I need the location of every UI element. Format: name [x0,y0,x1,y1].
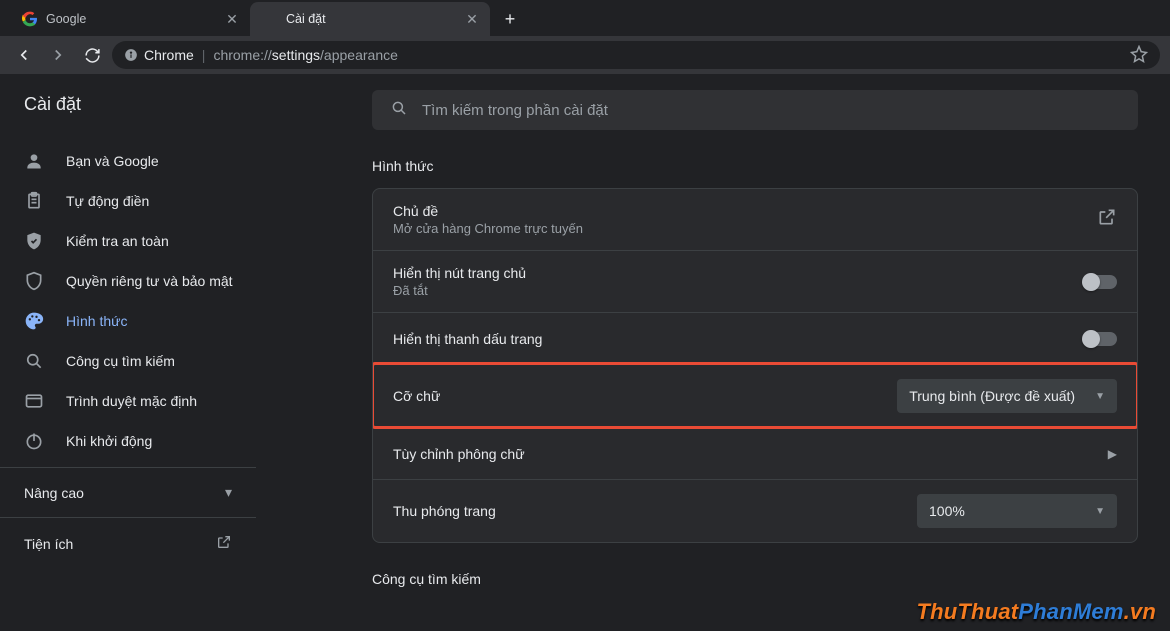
chevron-right-icon: ▶ [1108,447,1117,461]
sidebar-item-label: Hình thức [66,313,128,329]
bookmark-star-icon[interactable] [1130,45,1148,66]
row-theme[interactable]: Chủ đề Mở cửa hàng Chrome trực tuyến [373,189,1137,250]
tab-settings[interactable]: Cài đặt ✕ [250,2,490,36]
sidebar-item-label: Công cụ tìm kiếm [66,353,175,369]
sidebar-item-on-startup[interactable]: Khi khởi động [0,421,256,461]
tab-title: Cài đặt [286,12,456,26]
chevron-down-icon: ▼ [1095,391,1105,402]
extensions-label: Tiện ích [24,536,73,552]
chevron-down-icon: ▼ [1095,506,1105,517]
browser-toolbar: Chrome | chrome://settings/appearance [0,36,1170,74]
row-customize-fonts[interactable]: Tùy chỉnh phông chữ ▶ [373,427,1137,479]
power-icon [24,431,44,451]
tab-strip: Google ✕ Cài đặt ✕ + [0,0,1170,36]
shield-check-icon [24,231,44,251]
gear-icon [262,11,278,27]
forward-button[interactable] [44,41,72,69]
back-button[interactable] [10,41,38,69]
sidebar-item-label: Tự động điền [66,193,149,209]
sidebar-item-label: Kiểm tra an toàn [66,233,169,249]
row-page-zoom: Thu phóng trang 100% ▼ [373,479,1137,542]
reload-button[interactable] [78,41,106,69]
sidebar-item-safety-check[interactable]: Kiểm tra an toàn [0,221,256,261]
browser-icon [24,391,44,411]
page-zoom-select[interactable]: 100% ▼ [917,494,1117,528]
person-icon [24,151,44,171]
extensions-link[interactable]: Tiện ích [0,517,256,569]
sidebar-item-you-and-google[interactable]: Bạn và Google [0,141,256,181]
settings-sidebar: Cài đặt Bạn và Google Tự động điền Kiểm … [0,74,260,631]
new-tab-button[interactable]: + [496,5,524,33]
sidebar-item-autofill[interactable]: Tự động điền [0,181,256,221]
advanced-label: Nâng cao [24,485,84,501]
site-identity[interactable]: Chrome [124,47,194,63]
sidebar-item-default-browser[interactable]: Trình duyệt mặc định [0,381,256,421]
row-font-size: Cỡ chữ Trung bình (Được đề xuất) ▼ [373,364,1137,427]
tab-google[interactable]: Google ✕ [10,2,250,36]
open-external-icon [1097,207,1117,232]
close-icon[interactable]: ✕ [224,11,240,27]
close-icon[interactable]: ✕ [464,11,480,27]
search-icon [24,351,44,371]
search-placeholder: Tìm kiếm trong phần cài đặt [422,102,608,119]
tab-title: Google [46,12,216,26]
sidebar-item-label: Khi khởi động [66,433,152,449]
settings-search[interactable]: Tìm kiếm trong phần cài đặt [372,90,1138,130]
main-content: Tìm kiếm trong phần cài đặt Hình thức Ch… [260,74,1170,631]
search-icon [390,99,408,121]
page-title: Cài đặt [0,94,256,133]
sidebar-item-label: Trình duyệt mặc định [66,393,197,409]
sidebar-item-label: Quyền riêng tư và bảo mật [66,273,233,289]
advanced-toggle[interactable]: Nâng cao ▾ [0,467,256,517]
address-bar[interactable]: Chrome | chrome://settings/appearance [112,41,1160,69]
sidebar-item-search-engine[interactable]: Công cụ tìm kiếm [0,341,256,381]
toggle-bookmarks-bar[interactable] [1083,332,1117,346]
font-size-select[interactable]: Trung bình (Được đề xuất) ▼ [897,379,1117,413]
sidebar-item-appearance[interactable]: Hình thức [0,301,256,341]
toggle-home-button[interactable] [1083,275,1117,289]
clipboard-icon [24,191,44,211]
sidebar-item-privacy[interactable]: Quyền riêng tư và bảo mật [0,261,256,301]
section-title: Công cụ tìm kiếm [372,571,1138,587]
appearance-card: Chủ đề Mở cửa hàng Chrome trực tuyến Hiể… [372,188,1138,543]
row-home-button: Hiển thị nút trang chủ Đã tắt [373,250,1137,312]
sidebar-item-label: Bạn và Google [66,153,159,169]
shield-icon [24,271,44,291]
row-bookmarks-bar: Hiển thị thanh dấu trang [373,312,1137,364]
chevron-down-icon: ▾ [225,484,232,501]
open-external-icon [216,534,232,553]
google-favicon [22,11,38,27]
section-title: Hình thức [372,158,1138,174]
palette-icon [24,311,44,331]
